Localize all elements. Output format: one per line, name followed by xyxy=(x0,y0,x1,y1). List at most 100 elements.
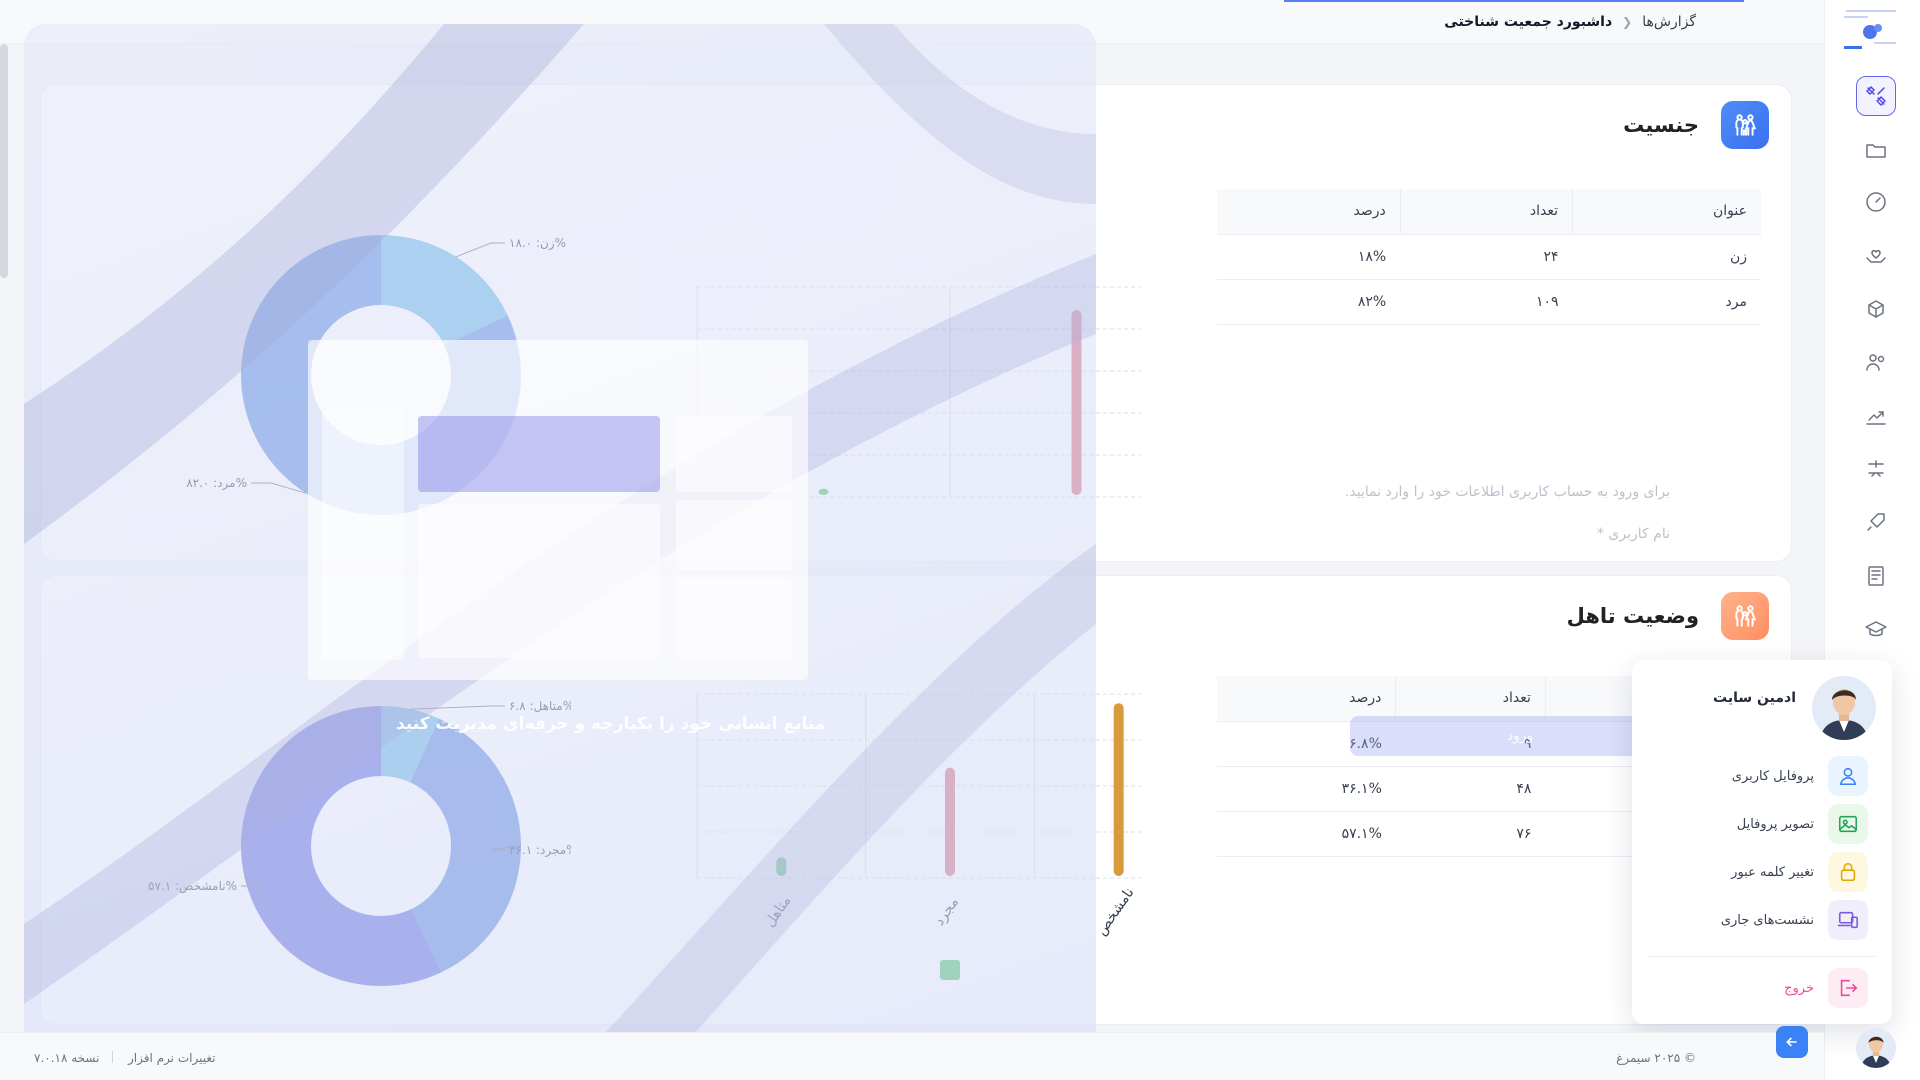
cell-count: ۲۴ xyxy=(1400,234,1573,280)
avatar xyxy=(1812,676,1876,740)
sidebar-item-folder[interactable] xyxy=(1856,130,1896,170)
user-avatar-button[interactable] xyxy=(1856,1028,1896,1068)
slice-label: زن: ۱۸.۰% xyxy=(509,236,566,251)
chevron-left-icon: ❮ xyxy=(1622,15,1633,29)
header-title: عنوان xyxy=(1572,189,1761,235)
login-hint: برای ورود به حساب کاربری اطلاعات خود را … xyxy=(1344,484,1670,500)
header-count: تعداد xyxy=(1395,676,1546,722)
x-tick-label: مجرد xyxy=(931,895,962,929)
tools-icon xyxy=(1866,86,1886,106)
sidebar-item-graduation-cap[interactable] xyxy=(1856,610,1896,650)
hand-heart-icon xyxy=(1866,249,1886,263)
calculator-icon xyxy=(1868,460,1884,477)
sidebar-item-calculator[interactable] xyxy=(1856,450,1896,490)
bar-زن xyxy=(818,488,829,495)
sidebar-item-hand-heart[interactable] xyxy=(1856,236,1896,276)
gender-bar-chart: ۱۲۰۱۰۰۸۰۶۰۴۰۲۰مردزن xyxy=(696,286,1141,498)
footer-divider xyxy=(112,1051,113,1063)
username-label: نام کاربری * xyxy=(1596,526,1670,542)
family-icon xyxy=(1721,592,1769,640)
app-logo[interactable] xyxy=(1840,6,1902,52)
menu-item-label: تغییر کلمه عبور xyxy=(1731,864,1814,880)
bar-مجرد xyxy=(945,767,955,876)
menu-item-sessions[interactable]: نشست‌های جاری xyxy=(1656,900,1868,940)
logout-button[interactable]: خروج xyxy=(1656,968,1868,1008)
family-icon xyxy=(1721,101,1769,149)
slice-label: مرد: ۸۲.۰% xyxy=(186,476,247,491)
version-label: نسخه ۷.۰.۱۸ xyxy=(34,1051,100,1065)
top-bar: گزارش‌ها ❮ داشبورد جمعیت شناختی xyxy=(0,0,1824,44)
graduation-cap-icon xyxy=(1865,621,1887,637)
cell-percent: ۳۶.۱% xyxy=(1217,766,1396,812)
rocket-icon xyxy=(1867,513,1885,531)
menu-item-label: پروفایل کاربری xyxy=(1731,768,1814,784)
cell-count: ۷۶ xyxy=(1395,811,1546,857)
gender-table: عنوان تعداد درصد زن ۲۴ ۱۸% مرد ۱۰۹ ۸۲% xyxy=(1217,189,1761,325)
marital-card: وضعیت تاهل عنوان تعداد درصد متاهل ۹ ۶.۸%… xyxy=(40,575,1792,1025)
gender-donut-chart: زن: ۱۸.۰% مرد: ۸۲.۰% xyxy=(186,235,566,515)
scrollbar-thumb[interactable] xyxy=(0,44,8,278)
slice-label: متاهل: ۶.۸% xyxy=(509,699,571,713)
sidebar-item-tools[interactable] xyxy=(1856,76,1896,116)
slice-label: نامشخص: ۵۷.۱% xyxy=(148,879,237,894)
breadcrumb-reports[interactable]: گزارش‌ها xyxy=(1642,14,1696,30)
cell-count: ۴۸ xyxy=(1395,766,1546,812)
cell-title: زن xyxy=(1572,234,1761,280)
cell-percent: ۵۷.۱% xyxy=(1217,811,1396,857)
gauge-icon xyxy=(1866,192,1886,212)
menu-item-profile-picture[interactable]: تصویر پروفایل xyxy=(1656,804,1868,844)
cell-percent: ۱۸% xyxy=(1217,234,1401,280)
cell-title: مرد xyxy=(1572,279,1761,325)
marital-bar-chart: ۸۰۶۰۴۰۲۰۰نامشخصمجردمتاهل xyxy=(696,693,1141,980)
user-dropdown-menu: ادمین سایت پروفایل کاربری تصویر پروفایل … xyxy=(1632,660,1892,1024)
users-icon xyxy=(1866,354,1885,371)
arrow-left-icon xyxy=(1786,1037,1797,1047)
footer: © ۲۰۲۵ سیمرغ تغییرات نرم افزار نسخه ۷.۰.… xyxy=(0,1032,1824,1080)
leader-line xyxy=(410,705,505,710)
table-row: زن ۲۴ ۱۸% xyxy=(1217,234,1761,280)
folder-icon xyxy=(1866,144,1886,158)
boxes-icon xyxy=(1868,300,1884,318)
bar-مرد xyxy=(1071,310,1082,495)
menu-item-label: نشست‌های جاری xyxy=(1720,912,1814,928)
journal-icon xyxy=(1868,566,1884,586)
table-row: مرد ۱۰۹ ۸۲% xyxy=(1217,279,1761,325)
menu-item-change-password[interactable]: تغییر کلمه عبور xyxy=(1656,852,1868,892)
x-tick-label: متاهل xyxy=(762,893,795,930)
sidebar-item-users[interactable] xyxy=(1856,342,1896,382)
devices-icon xyxy=(1828,900,1868,940)
cell-count: ۱۰۹ xyxy=(1400,279,1573,325)
sidebar-item-gauge[interactable] xyxy=(1856,182,1896,222)
chart-growth-icon xyxy=(1866,411,1886,425)
copyright: © ۲۰۲۵ سیمرغ xyxy=(1616,1051,1696,1065)
collapse-sidebar-button[interactable] xyxy=(1776,1026,1808,1058)
header-count: تعداد xyxy=(1399,189,1573,235)
bar-نامشخص xyxy=(1113,703,1124,876)
x-tick-label: نامشخص xyxy=(1093,885,1137,939)
legend-swatch xyxy=(940,960,960,980)
sidebar-item-boxes[interactable] xyxy=(1856,290,1896,330)
slice-مجرد xyxy=(410,718,521,973)
slice-label: مجرد: ۳۶.۱% xyxy=(509,843,571,858)
sidebar-item-rocket[interactable] xyxy=(1856,502,1896,542)
logout-label: خروج xyxy=(1784,980,1814,996)
loading-bar xyxy=(1284,0,1744,2)
marital-donut-chart: متاهل: ۶.۸% مجرد: ۳۶.۱% نامشخص: ۵۷.۱% xyxy=(148,699,571,986)
cell-percent: ۸۲% xyxy=(1217,279,1401,325)
sidebar-item-chart-growth[interactable] xyxy=(1856,396,1896,436)
header-percent: درصد xyxy=(1217,189,1401,235)
sidebar-item-journal[interactable] xyxy=(1856,556,1896,596)
logout-icon xyxy=(1828,968,1868,1008)
menu-divider xyxy=(1648,956,1876,957)
menu-item-profile[interactable]: پروفایل کاربری xyxy=(1656,756,1868,796)
menu-item-label: تصویر پروفایل xyxy=(1736,816,1814,832)
user-icon xyxy=(1828,756,1868,796)
gender-title: جنسیت xyxy=(1623,113,1699,137)
breadcrumb-current: داشبورد جمعیت شناختی xyxy=(1444,14,1613,30)
image-icon xyxy=(1828,804,1868,844)
leader-line xyxy=(455,242,505,258)
bar-متاهل xyxy=(776,857,787,876)
lock-icon xyxy=(1828,852,1868,892)
changelog-link[interactable]: تغییرات نرم افزار xyxy=(128,1051,215,1065)
username: ادمین سایت xyxy=(1713,690,1796,706)
